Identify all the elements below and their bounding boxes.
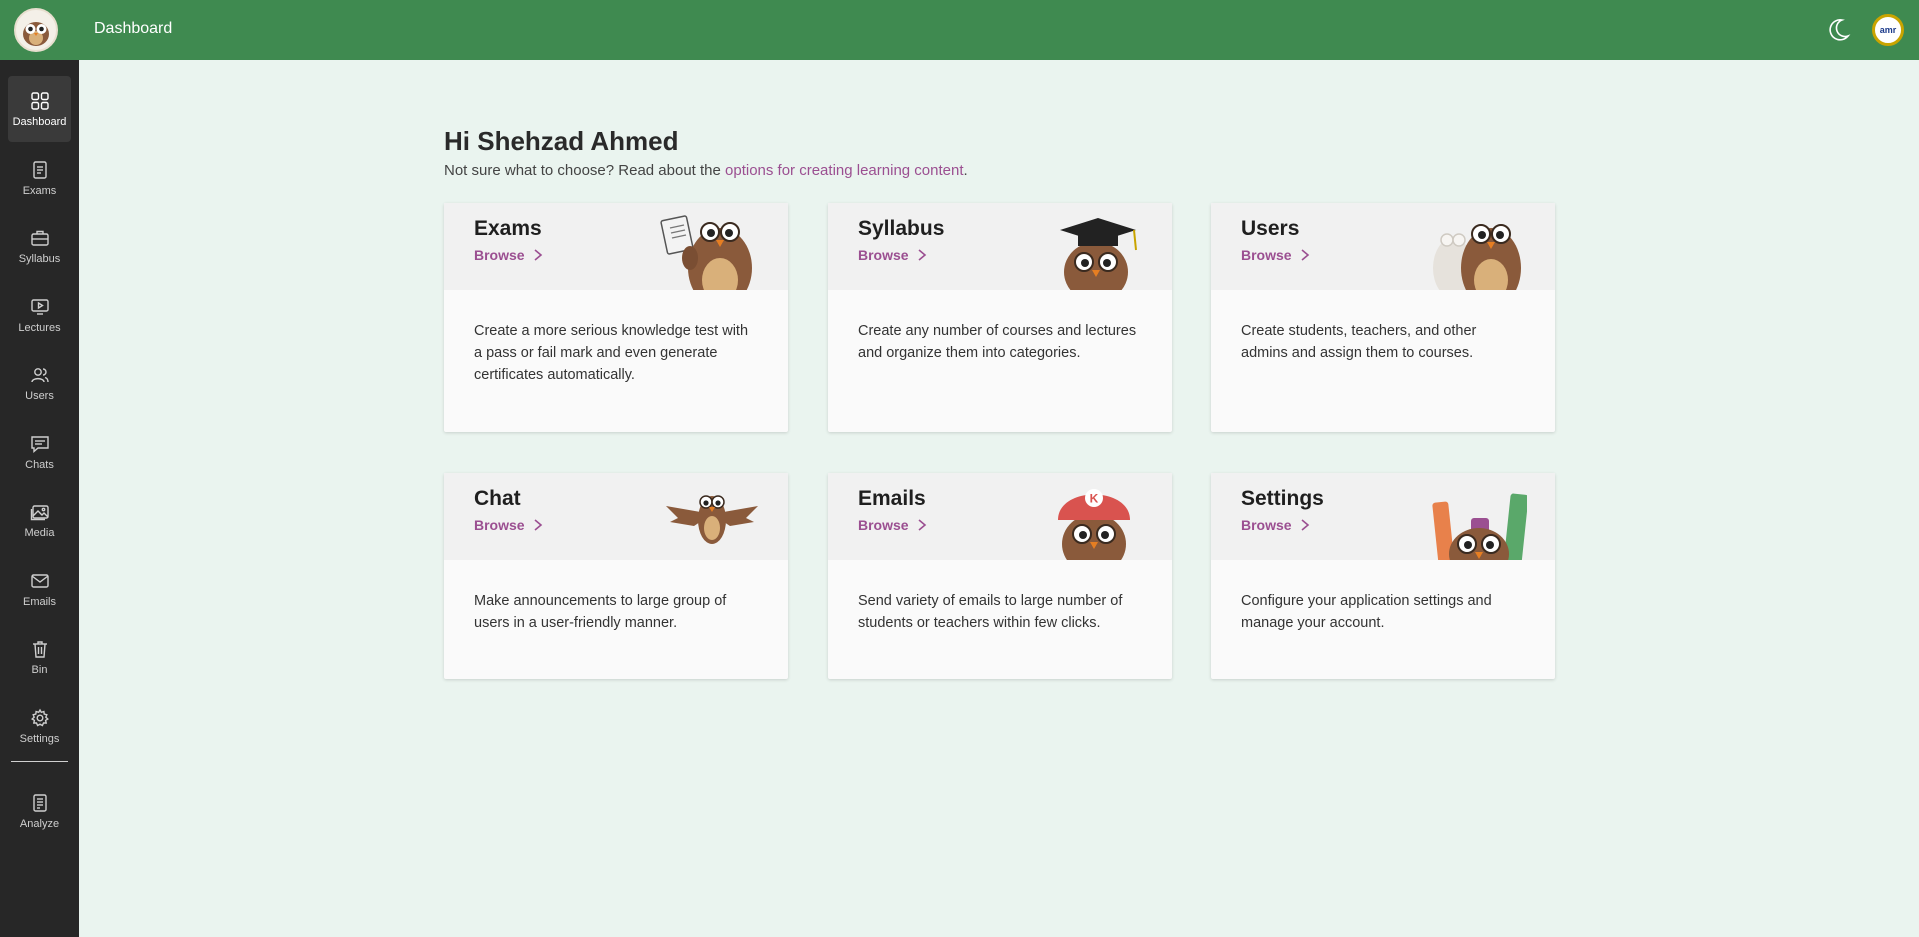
sidebar-item-exams[interactable]: Exams xyxy=(8,145,71,211)
owl-flying-illustration xyxy=(666,495,758,544)
sidebar-item-label: Dashboard xyxy=(12,115,67,128)
video-icon xyxy=(30,298,49,315)
sidebar-item-label: Users xyxy=(25,389,54,402)
cap-badge: K xyxy=(1090,492,1099,506)
sidebar-item-media[interactable]: Media xyxy=(8,487,71,553)
card-settings: Settings Browse Configure your applicati… xyxy=(1211,473,1555,679)
users-icon xyxy=(30,367,49,382)
card-syllabus: Syllabus Browse Create any number of cou… xyxy=(828,203,1172,432)
top-bar: Dashboard amr xyxy=(0,0,1919,60)
card-description: Make announcements to large group of use… xyxy=(474,593,727,631)
card-description: Configure your application settings and … xyxy=(1241,593,1492,631)
image-icon xyxy=(30,504,49,520)
page-title: Dashboard xyxy=(94,20,173,37)
trash-icon xyxy=(32,640,47,658)
sidebar-item-analyze[interactable]: Analyze xyxy=(8,778,71,844)
sidebar-item-label: Media xyxy=(24,526,55,539)
browse-users-link[interactable]: Browse xyxy=(1241,247,1310,263)
grid-icon xyxy=(30,91,49,110)
chevron-right-icon xyxy=(1301,519,1309,531)
sidebar-item-label: Syllabus xyxy=(18,252,61,265)
card-title: Settings xyxy=(1241,487,1324,510)
briefcase-icon xyxy=(30,230,49,246)
sidebar-item-emails[interactable]: Emails xyxy=(8,556,71,622)
card-header: Emails Browse K xyxy=(828,473,1172,560)
chevron-right-icon xyxy=(1301,249,1309,261)
browse-exams-link[interactable]: Browse xyxy=(474,247,543,263)
chevron-right-icon xyxy=(534,249,542,261)
sidebar: Dashboard Exams Syllabus Lectures Users … xyxy=(0,60,79,937)
sidebar-item-label: Bin xyxy=(31,663,48,676)
card-description: Send variety of emails to large number o… xyxy=(858,593,1123,631)
card-header: Chat Browse xyxy=(444,473,788,560)
owl-group-illustration xyxy=(1433,224,1521,290)
sidebar-item-label: Emails xyxy=(22,595,56,608)
mail-icon xyxy=(30,573,49,588)
sidebar-item-label: Exams xyxy=(22,184,57,197)
browse-label: Browse xyxy=(474,517,525,533)
card-title: Emails xyxy=(858,487,926,510)
card-emails: Emails Browse K Send variety of emails t… xyxy=(828,473,1172,679)
card-title: Users xyxy=(1241,217,1300,240)
card-title: Exams xyxy=(474,217,542,240)
sidebar-item-bin[interactable]: Bin xyxy=(8,624,71,690)
browse-chat-link[interactable]: Browse xyxy=(474,517,543,533)
card-exams: Exams Browse Create a more serious knowl… xyxy=(444,203,788,432)
browse-emails-link[interactable]: Browse xyxy=(858,517,927,533)
card-header: Settings Browse xyxy=(1211,473,1555,560)
owl-bars-illustration xyxy=(1432,493,1527,560)
sidebar-item-label: Analyze xyxy=(19,817,60,830)
browse-label: Browse xyxy=(858,517,909,533)
card-title: Syllabus xyxy=(858,217,945,240)
card-header: Exams Browse xyxy=(444,203,788,290)
greeting-heading: Hi Shehzad Ahmed xyxy=(444,126,679,156)
intro-text: Not sure what to choose? Read about the … xyxy=(444,162,968,179)
browse-label: Browse xyxy=(474,247,525,263)
sidebar-item-label: Chats xyxy=(25,458,54,471)
sidebar-item-users[interactable]: Users xyxy=(8,350,71,416)
gear-icon xyxy=(30,708,49,726)
sidebar-item-settings[interactable]: Settings xyxy=(8,693,71,759)
chat-icon xyxy=(30,435,49,453)
sidebar-item-lectures[interactable]: Lectures xyxy=(8,282,71,348)
sidebar-divider xyxy=(11,761,68,762)
sidebar-item-dashboard[interactable]: Dashboard xyxy=(8,76,71,142)
sidebar-item-chats[interactable]: Chats xyxy=(8,419,71,485)
sidebar-item-syllabus[interactable]: Syllabus xyxy=(8,213,71,279)
card-header: Users Browse xyxy=(1211,203,1555,290)
card-title: Chat xyxy=(474,487,521,510)
chevron-right-icon xyxy=(918,249,926,261)
owl-graduate-illustration xyxy=(1060,218,1137,290)
card-description: Create any number of courses and lecture… xyxy=(858,323,1137,361)
card-chat: Chat Browse Make announcements to large … xyxy=(444,473,788,679)
browse-label: Browse xyxy=(1241,517,1292,533)
owl-clipboard-illustration xyxy=(660,215,752,290)
owl-cap-illustration: K xyxy=(1058,489,1130,560)
browse-settings-link[interactable]: Browse xyxy=(1241,517,1310,533)
owl-logo-icon xyxy=(23,22,49,46)
card-description: Create students, teachers, and other adm… xyxy=(1241,323,1477,361)
sidebar-item-label: Lectures xyxy=(18,321,61,334)
intro-suffix: . xyxy=(963,162,968,179)
learning-content-link[interactable]: options for creating learning content xyxy=(725,162,963,179)
app-logo[interactable] xyxy=(14,8,58,52)
sidebar-item-label: Settings xyxy=(19,732,60,745)
intro-prefix: Not sure what to choose? Read about the xyxy=(444,162,726,179)
browse-syllabus-link[interactable]: Browse xyxy=(858,247,927,263)
card-description: Create a more serious knowledge test wit… xyxy=(474,323,749,383)
chevron-right-icon xyxy=(918,519,926,531)
document-icon xyxy=(32,160,47,179)
chevron-right-icon xyxy=(534,519,542,531)
report-icon xyxy=(32,793,47,812)
user-avatar[interactable]: amr xyxy=(1872,14,1904,46)
card-users: Users Browse Create students, teachers, … xyxy=(1211,203,1555,432)
browse-label: Browse xyxy=(1241,247,1292,263)
browse-label: Browse xyxy=(858,247,909,263)
card-header: Syllabus Browse xyxy=(828,203,1172,290)
dark-mode-moon-icon[interactable] xyxy=(1824,16,1852,44)
